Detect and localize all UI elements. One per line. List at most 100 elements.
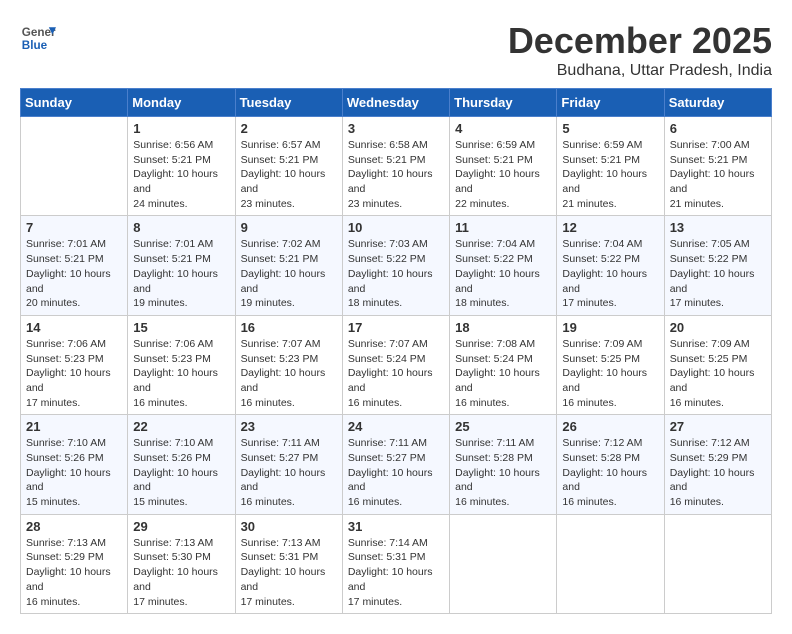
calendar-cell: 24 Sunrise: 7:11 AM Sunset: 5:27 PM Dayli…	[342, 415, 449, 514]
calendar-cell: 6 Sunrise: 7:00 AM Sunset: 5:21 PM Daylig…	[664, 117, 771, 216]
day-info: Sunrise: 7:14 AM Sunset: 5:31 PM Dayligh…	[348, 536, 444, 609]
logo: General Blue	[20, 20, 56, 56]
calendar-week-row: 1 Sunrise: 6:56 AM Sunset: 5:21 PM Daylig…	[21, 117, 772, 216]
header-friday: Friday	[557, 89, 664, 117]
calendar-cell: 13 Sunrise: 7:05 AM Sunset: 5:22 PM Dayli…	[664, 216, 771, 315]
day-number: 29	[133, 519, 229, 534]
day-number: 24	[348, 419, 444, 434]
calendar-cell: 9 Sunrise: 7:02 AM Sunset: 5:21 PM Daylig…	[235, 216, 342, 315]
day-info: Sunrise: 6:59 AM Sunset: 5:21 PM Dayligh…	[455, 138, 551, 211]
day-number: 25	[455, 419, 551, 434]
svg-text:Blue: Blue	[22, 39, 48, 52]
page-header: General Blue December 2025 Budhana, Utta…	[20, 20, 772, 80]
day-info: Sunrise: 7:03 AM Sunset: 5:22 PM Dayligh…	[348, 237, 444, 310]
day-number: 16	[241, 320, 337, 335]
day-info: Sunrise: 7:06 AM Sunset: 5:23 PM Dayligh…	[133, 337, 229, 410]
day-info: Sunrise: 7:07 AM Sunset: 5:24 PM Dayligh…	[348, 337, 444, 410]
calendar-cell: 5Sunrise: 6:59 AM Sunset: 5:21 PM Daylig…	[557, 117, 664, 216]
calendar-week-row: 14Sunrise: 7:06 AM Sunset: 5:23 PM Dayli…	[21, 315, 772, 414]
day-number: 13	[670, 220, 766, 235]
calendar-cell: 29 Sunrise: 7:13 AM Sunset: 5:30 PM Dayli…	[128, 514, 235, 613]
day-info: Sunrise: 7:12 AM Sunset: 5:29 PM Dayligh…	[670, 436, 766, 509]
day-number: 9	[241, 220, 337, 235]
day-info: Sunrise: 7:10 AM Sunset: 5:26 PM Dayligh…	[26, 436, 122, 509]
calendar-cell: 10 Sunrise: 7:03 AM Sunset: 5:22 PM Dayli…	[342, 216, 449, 315]
calendar-cell: 8 Sunrise: 7:01 AM Sunset: 5:21 PM Daylig…	[128, 216, 235, 315]
day-number: 21	[26, 419, 122, 434]
calendar-cell: 17 Sunrise: 7:07 AM Sunset: 5:24 PM Dayli…	[342, 315, 449, 414]
day-info: Sunrise: 7:11 AM Sunset: 5:28 PM Dayligh…	[455, 436, 551, 509]
day-number: 26	[562, 419, 658, 434]
day-info: Sunrise: 7:04 AM Sunset: 5:22 PM Dayligh…	[455, 237, 551, 310]
calendar-table: SundayMondayTuesdayWednesdayThursdayFrid…	[20, 88, 772, 614]
calendar-cell: 25 Sunrise: 7:11 AM Sunset: 5:28 PM Dayli…	[450, 415, 557, 514]
day-info: Sunrise: 7:11 AM Sunset: 5:27 PM Dayligh…	[241, 436, 337, 509]
calendar-cell: 12 Sunrise: 7:04 AM Sunset: 5:22 PM Dayli…	[557, 216, 664, 315]
calendar-cell: 20Sunrise: 7:09 AM Sunset: 5:25 PM Dayli…	[664, 315, 771, 414]
calendar-cell	[664, 514, 771, 613]
day-number: 8	[133, 220, 229, 235]
day-info: Sunrise: 7:13 AM Sunset: 5:30 PM Dayligh…	[133, 536, 229, 609]
day-number: 17	[348, 320, 444, 335]
calendar-cell	[450, 514, 557, 613]
day-number: 30	[241, 519, 337, 534]
header-sunday: Sunday	[21, 89, 128, 117]
day-number: 23	[241, 419, 337, 434]
day-number: 1	[133, 121, 229, 136]
day-info: Sunrise: 6:56 AM Sunset: 5:21 PM Dayligh…	[133, 138, 229, 211]
title-section: December 2025 Budhana, Uttar Pradesh, In…	[508, 20, 772, 80]
day-info: Sunrise: 7:12 AM Sunset: 5:28 PM Dayligh…	[562, 436, 658, 509]
day-number: 5	[562, 121, 658, 136]
day-info: Sunrise: 7:10 AM Sunset: 5:26 PM Dayligh…	[133, 436, 229, 509]
day-info: Sunrise: 7:07 AM Sunset: 5:23 PM Dayligh…	[241, 337, 337, 410]
day-info: Sunrise: 7:04 AM Sunset: 5:22 PM Dayligh…	[562, 237, 658, 310]
calendar-header-row: SundayMondayTuesdayWednesdayThursdayFrid…	[21, 89, 772, 117]
day-number: 31	[348, 519, 444, 534]
calendar-cell: 28Sunrise: 7:13 AM Sunset: 5:29 PM Dayli…	[21, 514, 128, 613]
day-info: Sunrise: 7:13 AM Sunset: 5:29 PM Dayligh…	[26, 536, 122, 609]
day-info: Sunrise: 7:09 AM Sunset: 5:25 PM Dayligh…	[562, 337, 658, 410]
day-number: 10	[348, 220, 444, 235]
calendar-cell: 2Sunrise: 6:57 AM Sunset: 5:21 PM Daylig…	[235, 117, 342, 216]
day-number: 2	[241, 121, 337, 136]
day-number: 22	[133, 419, 229, 434]
calendar-week-row: 21 Sunrise: 7:10 AM Sunset: 5:26 PM Dayli…	[21, 415, 772, 514]
month-title: December 2025	[508, 20, 772, 62]
day-number: 15	[133, 320, 229, 335]
day-info: Sunrise: 7:13 AM Sunset: 5:31 PM Dayligh…	[241, 536, 337, 609]
day-info: Sunrise: 7:01 AM Sunset: 5:21 PM Dayligh…	[26, 237, 122, 310]
day-number: 3	[348, 121, 444, 136]
day-number: 12	[562, 220, 658, 235]
calendar-cell: 21 Sunrise: 7:10 AM Sunset: 5:26 PM Dayli…	[21, 415, 128, 514]
header-thursday: Thursday	[450, 89, 557, 117]
day-info: Sunrise: 7:11 AM Sunset: 5:27 PM Dayligh…	[348, 436, 444, 509]
day-number: 27	[670, 419, 766, 434]
calendar-cell: 11 Sunrise: 7:04 AM Sunset: 5:22 PM Dayli…	[450, 216, 557, 315]
day-info: Sunrise: 7:00 AM Sunset: 5:21 PM Dayligh…	[670, 138, 766, 211]
calendar-cell: 31 Sunrise: 7:14 AM Sunset: 5:31 PM Dayli…	[342, 514, 449, 613]
calendar-week-row: 28Sunrise: 7:13 AM Sunset: 5:29 PM Dayli…	[21, 514, 772, 613]
header-tuesday: Tuesday	[235, 89, 342, 117]
day-info: Sunrise: 7:01 AM Sunset: 5:21 PM Dayligh…	[133, 237, 229, 310]
calendar-cell: 30 Sunrise: 7:13 AM Sunset: 5:31 PM Dayli…	[235, 514, 342, 613]
day-info: Sunrise: 7:05 AM Sunset: 5:22 PM Dayligh…	[670, 237, 766, 310]
day-number: 18	[455, 320, 551, 335]
calendar-cell: 3 Sunrise: 6:58 AM Sunset: 5:21 PM Daylig…	[342, 117, 449, 216]
day-info: Sunrise: 6:58 AM Sunset: 5:21 PM Dayligh…	[348, 138, 444, 211]
header-monday: Monday	[128, 89, 235, 117]
day-number: 6	[670, 121, 766, 136]
day-number: 7	[26, 220, 122, 235]
day-number: 19	[562, 320, 658, 335]
day-info: Sunrise: 7:06 AM Sunset: 5:23 PM Dayligh…	[26, 337, 122, 410]
calendar-cell: 16 Sunrise: 7:07 AM Sunset: 5:23 PM Dayli…	[235, 315, 342, 414]
calendar-cell: 15 Sunrise: 7:06 AM Sunset: 5:23 PM Dayli…	[128, 315, 235, 414]
day-number: 11	[455, 220, 551, 235]
calendar-cell: 7 Sunrise: 7:01 AM Sunset: 5:21 PM Daylig…	[21, 216, 128, 315]
calendar-cell: 1 Sunrise: 6:56 AM Sunset: 5:21 PM Daylig…	[128, 117, 235, 216]
calendar-cell: 23 Sunrise: 7:11 AM Sunset: 5:27 PM Dayli…	[235, 415, 342, 514]
calendar-cell	[21, 117, 128, 216]
location-title: Budhana, Uttar Pradesh, India	[508, 62, 772, 80]
day-info: Sunrise: 7:02 AM Sunset: 5:21 PM Dayligh…	[241, 237, 337, 310]
day-number: 4	[455, 121, 551, 136]
calendar-cell: 22 Sunrise: 7:10 AM Sunset: 5:26 PM Dayli…	[128, 415, 235, 514]
